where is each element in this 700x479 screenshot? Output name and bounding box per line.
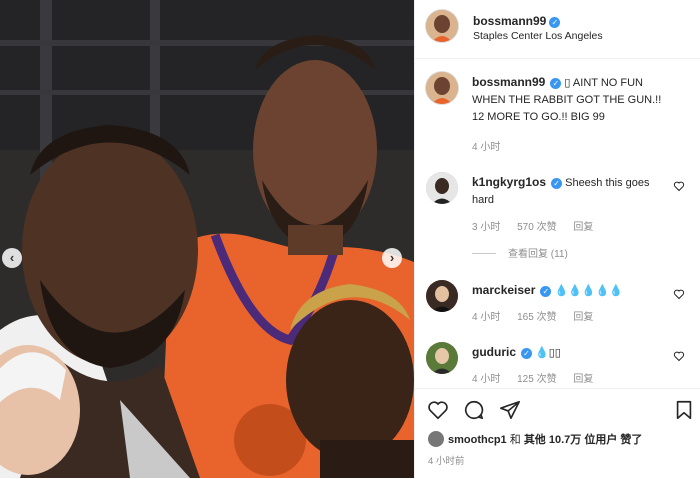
bookmark-icon[interactable] <box>673 399 695 421</box>
likes-and: 和 <box>509 434 521 446</box>
comment-likes[interactable]: 165 次赞 <box>517 312 556 323</box>
author-avatar[interactable] <box>426 10 458 42</box>
comment-username[interactable]: k1ngkyrg1os <box>472 175 546 189</box>
reply-link[interactable]: 回复 <box>573 374 593 385</box>
post-sidebar: bossmann99 ✓ Staples Center Los Angeles b… <box>414 0 700 478</box>
caption-time: 4 小时 <box>472 142 501 153</box>
heart-icon[interactable] <box>673 180 685 192</box>
comment-time: 3 小时 <box>472 222 501 233</box>
post-photo-image <box>0 0 414 478</box>
comment-likes[interactable]: 570 次赞 <box>517 222 556 233</box>
verified-badge-icon: ✓ <box>550 78 562 89</box>
comment-bubble-icon[interactable] <box>463 399 485 421</box>
verified-badge-icon: ✓ <box>521 348 532 359</box>
chevron-left-icon[interactable]: ‹ <box>2 248 22 268</box>
likes-summary[interactable]: smoothcp1 和 其他 10.7万 位用户 赞了 <box>428 431 642 447</box>
caption-username[interactable]: bossmann99 <box>472 75 545 89</box>
reply-link[interactable]: 回复 <box>573 312 593 323</box>
divider-line <box>472 253 496 254</box>
reply-link[interactable]: 回复 <box>573 222 593 233</box>
comment-time: 4 小时 <box>472 374 501 385</box>
comment-text: 💧💧💧💧💧 <box>554 285 623 297</box>
likes-others-label[interactable]: 其他 <box>524 434 546 446</box>
commenter-avatar[interactable] <box>426 342 458 374</box>
post-photo[interactable]: ‹ › <box>0 0 414 478</box>
author-username[interactable]: bossmann99 <box>473 14 546 28</box>
comment-username[interactable]: guduric <box>472 345 516 359</box>
liker-avatar[interactable] <box>428 431 444 447</box>
comment-time: 4 小时 <box>472 312 501 323</box>
comment-likes[interactable]: 125 次赞 <box>517 374 556 385</box>
verified-badge-icon: ✓ <box>540 286 552 297</box>
view-replies-link[interactable]: 查看回复 (11) <box>472 245 568 260</box>
liker-username[interactable]: smoothcp1 <box>448 434 507 446</box>
commenter-avatar[interactable] <box>426 280 458 312</box>
heart-icon[interactable] <box>427 399 449 421</box>
post-location[interactable]: Staples Center Los Angeles <box>473 30 603 42</box>
heart-icon[interactable] <box>673 288 685 300</box>
paper-plane-icon[interactable] <box>499 399 521 421</box>
post-timestamp: 4 小时前 <box>428 456 465 467</box>
heart-icon[interactable] <box>673 350 685 362</box>
action-bar: smoothcp1 和 其他 10.7万 位用户 赞了 4 小时前 <box>415 388 700 479</box>
chevron-right-icon[interactable]: › <box>382 248 402 268</box>
likes-suffix: 位用户 赞了 <box>584 434 643 446</box>
likes-count[interactable]: 10.7万 <box>549 434 581 446</box>
caption-avatar[interactable] <box>426 72 458 104</box>
comment-username[interactable]: marckeiser <box>472 283 535 297</box>
verified-badge-icon: ✓ <box>551 178 563 189</box>
post-header: bossmann99 ✓ Staples Center Los Angeles <box>415 0 700 59</box>
comment-text: 💧▯▯ <box>535 347 561 359</box>
comments-list: bossmann99 ✓ ▯ AINT NO FUN WHEN THE RABBI… <box>415 58 700 388</box>
commenter-avatar[interactable] <box>426 172 458 204</box>
verified-badge-icon: ✓ <box>549 17 561 28</box>
view-replies-label: 查看回复 (11) <box>508 249 568 260</box>
